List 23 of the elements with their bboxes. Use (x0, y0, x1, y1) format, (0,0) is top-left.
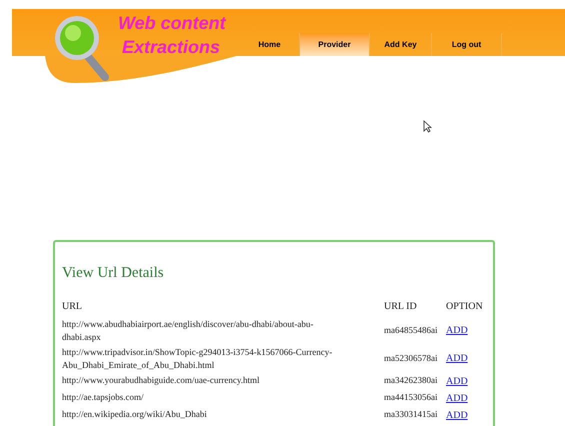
nav-link[interactable]: Provider (300, 33, 370, 56)
add-link[interactable]: ADD (446, 410, 468, 420)
column-header: OPTION (446, 300, 483, 312)
url-text: http://www.yourabudhabiguide.com/uae-currency.html (62, 374, 260, 384)
nav-link[interactable]: Add Key (370, 33, 432, 56)
url-id: ma33031415ai (384, 409, 438, 420)
add-link[interactable]: ADD (446, 392, 468, 404)
site-title: Extractions (121, 36, 222, 59)
url-id: ma52306578ai (384, 352, 438, 363)
cursor-icon (423, 120, 432, 133)
url-text: http://ae.tapsjobs.com/ (62, 392, 144, 402)
add-link[interactable]: ADD (446, 353, 468, 364)
add-link[interactable]: ADD (446, 325, 468, 336)
url-id: ma34262380ai (384, 375, 438, 386)
add-link[interactable]: ADD (446, 376, 468, 386)
panel-title: View Url Details (62, 264, 165, 283)
column-header: URL ID (384, 300, 417, 312)
url-id: ma44153056ai (384, 392, 438, 402)
site-title: Web content (117, 12, 226, 35)
column-header: URL (62, 300, 82, 312)
url-text: http://en.wikipedia.org/wiki/Abu_Dhabi (62, 408, 207, 418)
nav-link[interactable]: Log out (432, 33, 502, 56)
url-id: ma64855486ai (384, 324, 438, 335)
